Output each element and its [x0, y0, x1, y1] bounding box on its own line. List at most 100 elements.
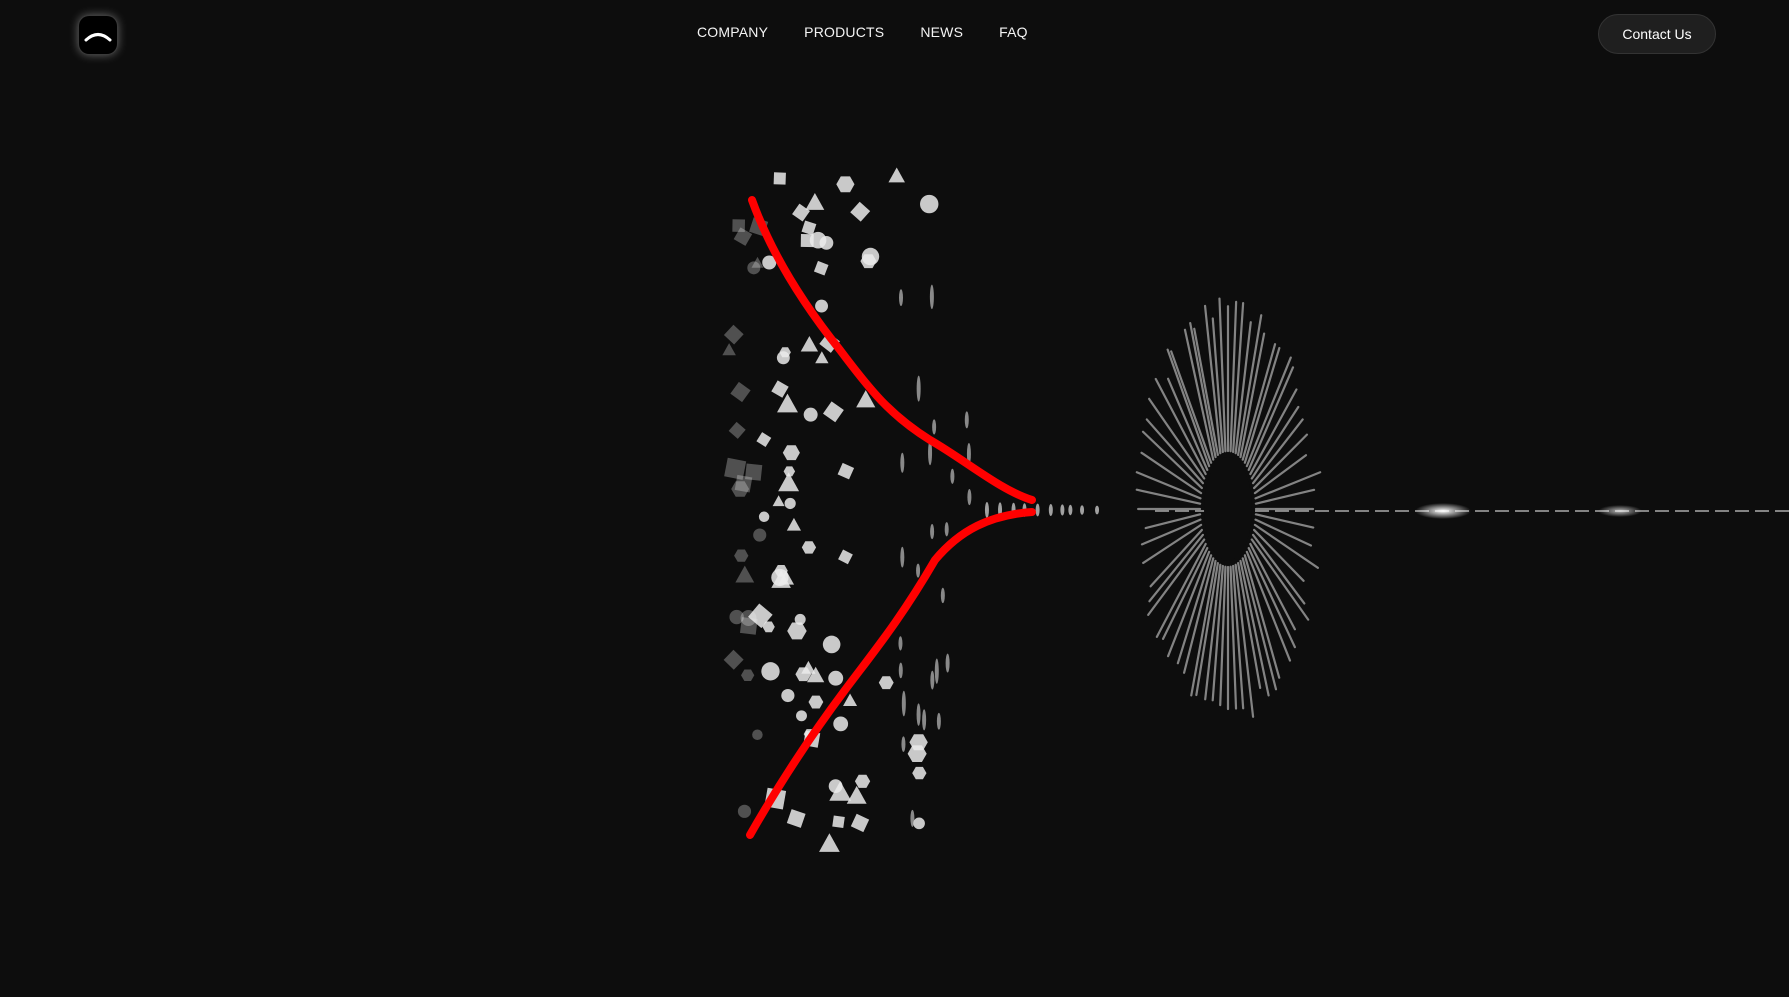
particle-hexagon — [787, 622, 807, 640]
burst-ray — [1147, 397, 1206, 480]
burst-ray — [1144, 513, 1202, 530]
burst-ray — [1251, 418, 1304, 485]
particle-shard — [922, 709, 927, 731]
particle-field — [722, 167, 1100, 852]
particle-square — [792, 203, 810, 222]
burst-ray — [1253, 523, 1319, 569]
particle-shard — [901, 690, 906, 717]
burst-core — [1204, 457, 1252, 561]
particle-circle — [752, 729, 763, 741]
red-annotation-lines — [746, 196, 1036, 839]
particle-square — [786, 809, 806, 828]
particle-hexagon — [808, 695, 824, 709]
particle-shard — [932, 419, 937, 435]
glow-spot — [1415, 503, 1471, 519]
particle-square — [723, 324, 744, 345]
particle-circle — [809, 231, 827, 249]
particle-shard — [1060, 504, 1065, 516]
particle-shard — [964, 411, 969, 429]
particle-shard — [901, 736, 906, 752]
particle-shard — [1048, 504, 1053, 516]
particle-shard — [930, 524, 935, 540]
annotation-line-lower — [746, 508, 1036, 839]
particle-square — [771, 380, 789, 398]
particle-circle — [796, 710, 807, 722]
particle-circle — [833, 716, 849, 732]
particle-circle — [822, 635, 841, 654]
particle-circle — [747, 261, 761, 275]
particle-triangle — [846, 785, 867, 804]
particle-shard — [900, 452, 905, 473]
particle-shard — [940, 587, 945, 604]
burst-ray — [1251, 533, 1306, 605]
particle-circle — [828, 670, 844, 686]
particle-triangle — [772, 495, 785, 507]
particle-triangle — [819, 833, 840, 852]
particle-circle — [784, 497, 796, 510]
particle-shard — [934, 658, 939, 684]
particle-shard — [898, 636, 903, 651]
particle-circle — [771, 568, 789, 587]
particle-square — [850, 813, 870, 833]
particle-hexagon — [854, 774, 871, 788]
particle-triangle — [815, 351, 829, 364]
particle-square — [730, 381, 751, 403]
glow-spot — [1598, 505, 1642, 517]
particle-shard — [916, 563, 921, 578]
burst-ray — [1254, 513, 1315, 529]
particle-circle — [776, 351, 790, 365]
particle-hexagon — [836, 176, 855, 193]
particle-shard — [967, 489, 972, 506]
particle-hexagon — [801, 541, 817, 554]
particle-triangle — [786, 517, 802, 531]
radial-burst — [1135, 297, 1322, 718]
particle-square — [850, 201, 871, 222]
particle-shard — [944, 522, 949, 537]
particle-shard — [916, 703, 921, 726]
particle-circle — [758, 511, 770, 522]
particle-square — [756, 432, 772, 447]
particle-shard — [910, 809, 915, 827]
particle-square — [838, 549, 853, 565]
particle-square — [734, 474, 753, 493]
particle-shard — [900, 546, 905, 568]
particle-hexagon — [878, 676, 894, 690]
particle-triangle — [888, 167, 905, 183]
particle-circle — [761, 662, 780, 681]
particle-circle — [803, 407, 818, 422]
particle-shard — [929, 284, 934, 310]
particle-square — [723, 649, 744, 670]
particle-triangle — [778, 472, 800, 492]
particle-shard — [950, 468, 955, 484]
burst-ray — [1161, 546, 1209, 640]
particle-triangle — [805, 192, 825, 210]
particle-square — [728, 421, 746, 439]
particle-square — [813, 260, 829, 276]
particle-square — [822, 401, 844, 423]
particle-circle — [920, 194, 939, 214]
particle-hexagon — [734, 549, 749, 562]
particle-circle — [753, 528, 767, 542]
particle-shard — [936, 712, 941, 730]
particle-shard — [1068, 504, 1073, 516]
particle-hexagon — [782, 445, 800, 461]
particle-circle — [737, 804, 752, 818]
burst-ray — [1254, 518, 1313, 547]
particle-circle — [913, 817, 925, 830]
particle-triangle — [800, 335, 819, 352]
particle-circle — [781, 688, 795, 703]
particle-square — [773, 172, 786, 185]
particle-square — [832, 815, 845, 829]
particle-circle — [794, 613, 806, 625]
particle-shard — [916, 375, 921, 402]
particle-hexagon — [741, 669, 755, 681]
burst-ray — [1135, 488, 1202, 505]
particle-square — [837, 462, 855, 480]
particle-shard — [898, 662, 903, 679]
particle-triangle — [735, 565, 755, 583]
particle-shard — [899, 289, 904, 307]
particle-shard — [984, 502, 989, 518]
particle-shard — [1095, 505, 1100, 515]
particle-shard — [945, 653, 950, 673]
particle-triangle — [722, 343, 736, 356]
